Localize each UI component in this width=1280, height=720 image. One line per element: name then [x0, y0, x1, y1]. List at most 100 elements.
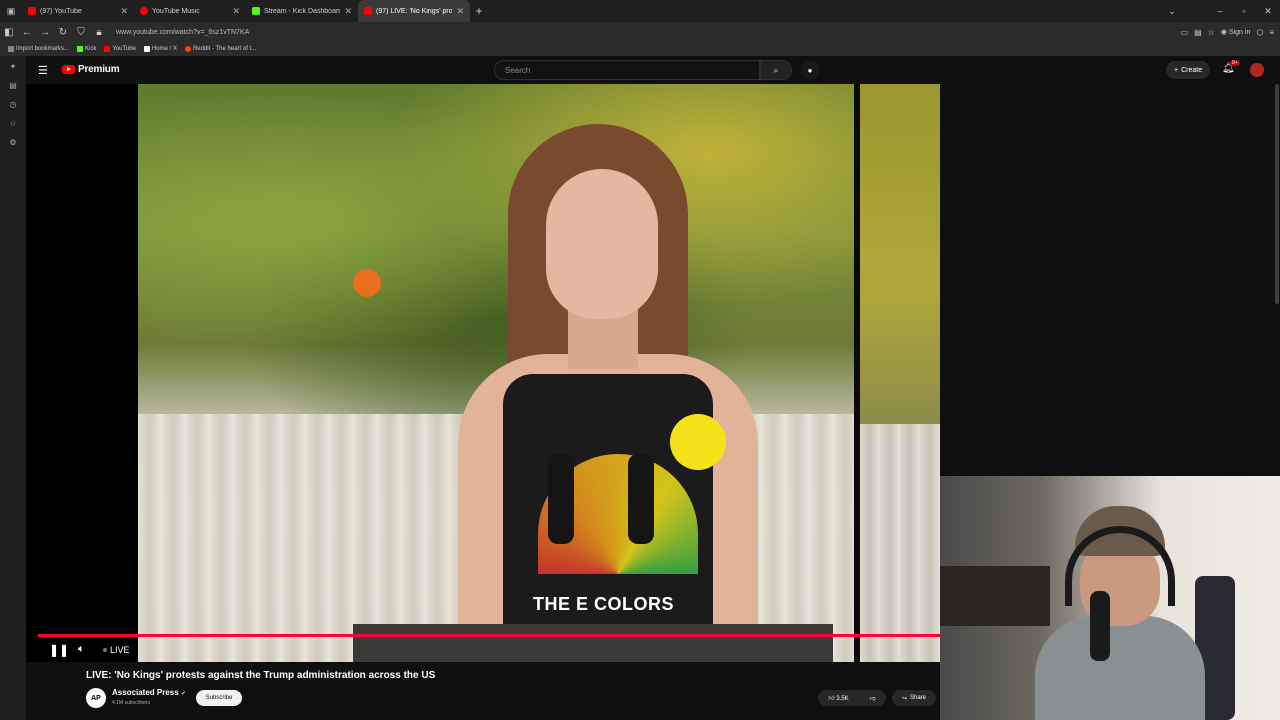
extensions-icon[interactable]: ⬡ — [1256, 28, 1263, 37]
bookmark-label: Kick — [85, 46, 97, 52]
pip-icon[interactable]: ▭ — [1181, 28, 1189, 37]
share-button[interactable]: ↪ Share — [892, 690, 936, 706]
browser-tab-active[interactable]: (97) LIVE: 'No Kings' protes ✕ — [358, 0, 470, 22]
close-tab-icon[interactable]: ✕ — [456, 6, 464, 17]
streamer-body — [1035, 616, 1205, 720]
channel-avatar[interactable]: AP — [86, 688, 106, 708]
live-progress-bar[interactable] — [38, 634, 940, 637]
reload-icon[interactable]: ↻ — [54, 27, 72, 38]
url-field[interactable]: www.youtube.com/watch?v=_6sz1vTN7KA — [108, 29, 1181, 36]
bookmark-youtube[interactable]: YouTube — [104, 46, 136, 52]
menu-icon[interactable]: ≡ — [1269, 28, 1274, 37]
browser-tab[interactable]: Stream - Kick Dashboard ✕ — [246, 0, 358, 22]
create-label: Create — [1181, 66, 1203, 74]
speaker-face — [546, 169, 658, 319]
video-title: LIVE: 'No Kings' protests against the Tr… — [86, 670, 436, 681]
podium-microphone — [548, 454, 574, 544]
browser-tab[interactable]: (97) YouTube ✕ — [22, 0, 134, 22]
video-frame: THE E COLORS — [138, 84, 940, 662]
window-controls: ⌄ – ▫ ✕ — [1160, 0, 1280, 22]
search-icon: ⌕ — [773, 64, 779, 75]
close-tab-icon[interactable]: ✕ — [232, 6, 240, 17]
channel-name-text: Associated Press — [112, 688, 179, 697]
close-window-icon[interactable]: ✕ — [1256, 6, 1280, 17]
share-icon: ↪ — [901, 695, 907, 702]
tab-title: YouTube Music — [152, 7, 200, 15]
hamburger-menu-icon[interactable]: ☰ — [38, 64, 48, 77]
bookmark-import[interactable]: Import bookmarks... — [8, 46, 69, 52]
minimize-icon[interactable]: – — [1208, 6, 1232, 16]
address-bar: ◧ ← → ↻ ⛉ 🔒︎ www.youtube.com/watch?v=_6s… — [0, 22, 1280, 42]
close-tab-icon[interactable]: ✕ — [120, 6, 128, 17]
x-icon — [143, 46, 150, 52]
shield-icon[interactable]: ⛉ — [72, 27, 90, 38]
plus-icon: + — [1174, 66, 1179, 74]
bookmark-label: YouTube — [112, 46, 136, 52]
webcam-overlay — [940, 476, 1280, 720]
subscriber-count: 4.1M subscribers — [112, 700, 151, 706]
verified-icon: ✔ — [180, 691, 186, 697]
subscribe-button[interactable]: Subscribe — [196, 690, 242, 706]
notification-badge: 9+ — [1230, 60, 1240, 66]
youtube-favicon-icon — [28, 7, 36, 15]
reader-icon[interactable]: ▤ — [1194, 28, 1202, 37]
video-scene-speaker: THE E COLORS — [138, 84, 854, 662]
downloads-icon[interactable]: ▤ — [9, 81, 17, 90]
live-dot-icon — [103, 648, 107, 652]
lock-icon[interactable]: 🔒︎ — [90, 27, 108, 38]
dislike-button[interactable]: 👎︎ — [869, 694, 875, 702]
like-button[interactable]: 👍︎ 3.5K — [828, 694, 848, 702]
shirt-text: THE E COLORS — [533, 594, 675, 614]
bookmarks-icon[interactable]: ☆ — [9, 119, 16, 128]
bookmark-star-icon[interactable]: ☆ — [1208, 28, 1215, 37]
tab-title: (97) LIVE: 'No Kings' protes — [376, 7, 453, 15]
sidebar-icon[interactable]: ◧ — [0, 27, 18, 38]
bookmark-label: Import bookmarks... — [16, 46, 70, 52]
thumbs-up-icon: 👍︎ — [828, 696, 835, 702]
ai-sparkle-icon[interactable]: ✦ — [10, 62, 17, 71]
maximize-icon[interactable]: ▫ — [1232, 6, 1256, 16]
bookmark-x[interactable]: Home / X — [143, 46, 177, 52]
pause-icon[interactable]: ❚❚ — [49, 643, 69, 657]
page-scrollbar[interactable] — [1275, 84, 1279, 304]
back-icon[interactable]: ← — [18, 27, 36, 38]
new-tab-button[interactable]: + — [470, 4, 488, 18]
live-label: LIVE — [110, 645, 130, 655]
video-player[interactable]: THE E COLORS — [26, 84, 940, 662]
voice-search-button[interactable]: ● — [801, 61, 819, 79]
video-scene-crowd — [860, 84, 940, 662]
sign-in-button[interactable]: ◉ Sign in — [1220, 28, 1251, 37]
podium — [353, 624, 833, 662]
youtube-header: ☰ Premium Search ⌕ ● + Create 🔔︎ 9+ — [26, 56, 1280, 84]
bookmark-reddit[interactable]: Reddit - The heart of t... — [184, 46, 256, 52]
history-icon[interactable]: ◷ — [10, 100, 17, 109]
close-tab-icon[interactable]: ✕ — [344, 6, 352, 17]
forward-icon[interactable]: → — [36, 27, 54, 38]
create-button[interactable]: + Create — [1166, 61, 1211, 79]
youtube-premium-logo[interactable]: Premium — [62, 64, 120, 75]
avatar[interactable] — [1250, 63, 1264, 77]
youtube-icon — [104, 46, 111, 52]
settings-icon[interactable]: ⚙ — [9, 138, 16, 147]
reddit-icon — [184, 46, 191, 52]
search-button[interactable]: ⌕ — [760, 60, 792, 80]
browser-tab[interactable]: YouTube Music ✕ — [134, 0, 246, 22]
speaker-figure: THE E COLORS — [438, 124, 778, 662]
search-input[interactable]: Search — [494, 60, 760, 80]
sidebar-toggle-icon[interactable]: ▣ — [0, 0, 22, 22]
streamer-figure — [1035, 506, 1205, 720]
kick-icon — [77, 46, 84, 52]
channel-name[interactable]: Associated Press ✔ — [112, 688, 186, 697]
thumbs-down-icon: 👎︎ — [869, 696, 876, 702]
address-bar-actions: ▭ ▤ ☆ ◉ Sign in ⬡ ≡ — [1181, 28, 1280, 37]
account-icon: ◉ — [1220, 29, 1227, 36]
live-indicator[interactable]: LIVE — [103, 645, 130, 655]
orange-flower — [353, 269, 381, 297]
browser-tab-strip: ▣ (97) YouTube ✕ YouTube Music ✕ Stream … — [0, 0, 1280, 22]
like-count: 3.5K — [836, 696, 849, 702]
volume-icon[interactable]: 🔈︎ — [78, 643, 85, 656]
tab-list-chevron-icon[interactable]: ⌄ — [1160, 6, 1184, 17]
logo-text: Premium — [78, 64, 120, 75]
bookmark-kick[interactable]: Kick — [77, 46, 96, 52]
tab-title: Stream - Kick Dashboard — [264, 7, 341, 15]
